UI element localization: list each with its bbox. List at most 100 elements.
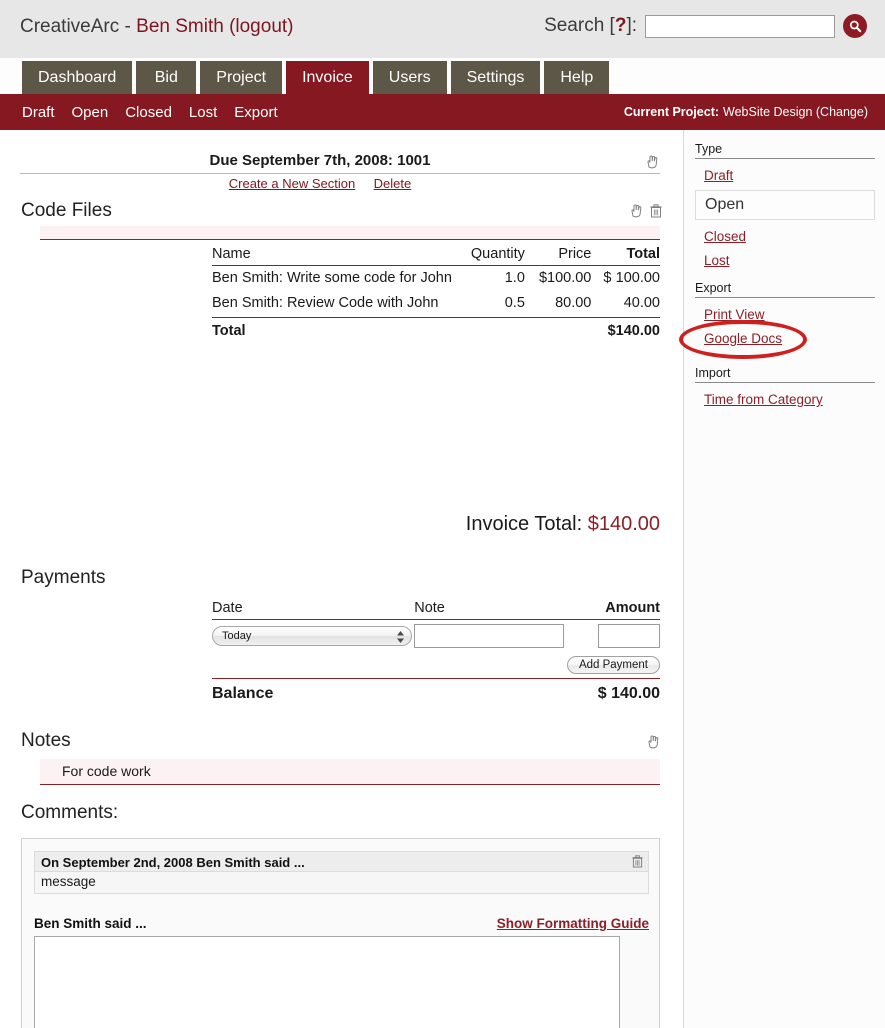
tab-users[interactable]: Users bbox=[372, 61, 447, 94]
main-tabs: Dashboard Bid Project Invoice Users Sett… bbox=[22, 61, 610, 94]
tab-project[interactable]: Project bbox=[200, 61, 283, 94]
sidebar-item-time-from-category[interactable]: Time from Category bbox=[704, 392, 875, 407]
subnav-item-open[interactable]: Open bbox=[72, 104, 109, 121]
invoice-total-row: Invoice Total: $140.00 bbox=[0, 513, 660, 536]
comment-item: On September 2nd, 2008 Ben Smith said ..… bbox=[34, 851, 649, 894]
section-icons bbox=[630, 204, 662, 223]
search-area: Search [?]: bbox=[544, 14, 867, 38]
payment-note-input[interactable] bbox=[414, 624, 565, 648]
tab-settings[interactable]: Settings bbox=[450, 61, 541, 94]
sidebar-group-type: Type Draft Open Closed Lost bbox=[695, 142, 875, 268]
right-sidebar: Type Draft Open Closed Lost Export Print… bbox=[683, 130, 885, 1028]
reply-author-label: Ben Smith said ... bbox=[34, 916, 147, 931]
drag-handle-notes[interactable] bbox=[647, 735, 660, 754]
drag-handle-invoice[interactable] bbox=[646, 155, 659, 174]
item-name: Ben Smith: Write some code for John bbox=[212, 270, 452, 286]
sidebar-item-draft[interactable]: Draft bbox=[704, 168, 875, 183]
tab-dashboard[interactable]: Dashboard bbox=[22, 61, 133, 94]
sub-navigation: Draft Open Closed Lost Export Current Pr… bbox=[0, 94, 885, 130]
table-header-row: Name Quantity Price Total bbox=[212, 246, 660, 266]
subnav-links: Draft Open Closed Lost Export bbox=[22, 94, 278, 130]
delete-invoice-link[interactable]: Delete bbox=[374, 176, 412, 191]
app-window: CreativeArc - Ben Smith (logout) Search … bbox=[0, 0, 885, 1028]
item-price: 80.00 bbox=[555, 295, 592, 312]
section-total-label: Total bbox=[212, 316, 468, 345]
section-title-code-files: Code Files bbox=[21, 200, 112, 221]
invoice-total-value: $140.00 bbox=[587, 513, 660, 535]
sidebar-current-type-open: Open bbox=[695, 190, 875, 220]
tab-help[interactable]: Help bbox=[544, 61, 610, 94]
payments-header-row: Date Note Amount bbox=[212, 600, 660, 620]
chevron-up-icon bbox=[397, 631, 404, 636]
sidebar-item-google-docs[interactable]: Google Docs bbox=[704, 331, 875, 346]
balance-value: $ 140.00 bbox=[565, 678, 660, 707]
current-project-value[interactable]: WebSite Design (Change) bbox=[723, 105, 868, 119]
comment-author-date: On September 2nd, 2008 Ben Smith said ..… bbox=[41, 855, 305, 870]
comment-textarea[interactable] bbox=[34, 936, 620, 1028]
search-help-marker[interactable]: ? bbox=[615, 15, 627, 36]
subnav-item-closed[interactable]: Closed bbox=[125, 104, 172, 121]
comments-heading: Comments: bbox=[21, 802, 119, 823]
payment-date-select[interactable]: Today bbox=[212, 626, 412, 646]
sidebar-item-lost[interactable]: Lost bbox=[704, 253, 875, 268]
section-total-value: $140.00 bbox=[591, 316, 660, 345]
tab-invoice[interactable]: Invoice bbox=[286, 61, 369, 94]
brand-app-name: CreativeArc - bbox=[20, 16, 137, 37]
drag-handle-section[interactable] bbox=[630, 204, 643, 223]
item-name: Ben Smith: Review Code with John bbox=[212, 295, 439, 312]
table-row[interactable]: Ben Smith: Review Code with John 0.5 80.… bbox=[212, 291, 660, 317]
add-payment-button[interactable]: Add Payment bbox=[566, 656, 660, 674]
search-icon bbox=[849, 20, 861, 32]
invoice-actions: Create a New Section Delete bbox=[0, 175, 640, 193]
col-header-note: Note bbox=[414, 600, 566, 620]
hand-icon bbox=[648, 735, 659, 749]
item-total-value: 40.00 bbox=[623, 295, 660, 312]
item-total-value: 100.00 bbox=[615, 270, 660, 286]
col-header-total: Total bbox=[591, 246, 660, 266]
main-content: Due September 7th, 2008: 1001 Create a N… bbox=[0, 130, 683, 1028]
current-project-label: Current Project: bbox=[623, 105, 720, 119]
trash-icon bbox=[650, 204, 662, 218]
balance-row: Balance $ 140.00 bbox=[212, 678, 660, 707]
add-payment-row: Add Payment bbox=[212, 652, 660, 679]
item-quantity: 1.0 bbox=[504, 270, 525, 286]
sidebar-item-closed[interactable]: Closed bbox=[704, 229, 875, 244]
comment-body: message bbox=[34, 872, 649, 894]
invoice-total-label: Invoice Total: bbox=[465, 513, 583, 535]
search-button[interactable] bbox=[843, 14, 867, 38]
subnav-item-draft[interactable]: Draft bbox=[22, 104, 55, 121]
col-header-amount: Amount bbox=[565, 600, 660, 620]
table-total-row: Total $140.00 bbox=[212, 316, 660, 345]
notes-text[interactable]: For code work bbox=[40, 759, 660, 785]
notes-heading: Notes bbox=[21, 730, 71, 751]
item-quantity: 0.5 bbox=[504, 295, 525, 312]
invoice-title: Due September 7th, 2008: 1001 bbox=[209, 152, 431, 169]
hand-icon bbox=[631, 204, 642, 218]
stepper-arrows bbox=[395, 628, 406, 646]
comment-header: On September 2nd, 2008 Ben Smith said ..… bbox=[34, 851, 649, 872]
invoice-title-divider bbox=[20, 173, 660, 174]
subnav-item-lost[interactable]: Lost bbox=[189, 104, 217, 121]
delete-section-button[interactable] bbox=[650, 204, 662, 223]
search-input[interactable] bbox=[645, 14, 835, 38]
subnav-item-export[interactable]: Export bbox=[234, 104, 277, 121]
delete-comment-button[interactable] bbox=[632, 855, 643, 871]
col-header-name: Name bbox=[212, 246, 468, 266]
col-header-date: Date bbox=[212, 600, 415, 620]
payment-amount-input[interactable] bbox=[598, 624, 660, 648]
brand-user-logout[interactable]: Ben Smith (logout) bbox=[136, 16, 293, 37]
show-formatting-guide-link[interactable]: Show Formatting Guide bbox=[497, 916, 649, 931]
item-total: $100.00 bbox=[591, 266, 660, 292]
create-new-section-link[interactable]: Create a New Section bbox=[229, 176, 355, 191]
table-row[interactable]: Ben Smith: Write some code for John 1.0 … bbox=[212, 266, 660, 292]
col-header-price: Price bbox=[524, 246, 592, 266]
payment-input-row: Today bbox=[212, 620, 660, 653]
payments-table: Date Note Amount Today Add Payment Balan… bbox=[212, 600, 660, 707]
balance-label: Balance bbox=[212, 678, 415, 707]
payment-note-cell bbox=[414, 620, 566, 653]
sidebar-item-print-view[interactable]: Print View bbox=[704, 307, 875, 322]
trash-icon bbox=[632, 855, 643, 868]
current-project: Current Project: WebSite Design (Change) bbox=[624, 94, 868, 130]
payment-amount-cell bbox=[566, 620, 660, 653]
tab-bid[interactable]: Bid bbox=[136, 61, 197, 94]
